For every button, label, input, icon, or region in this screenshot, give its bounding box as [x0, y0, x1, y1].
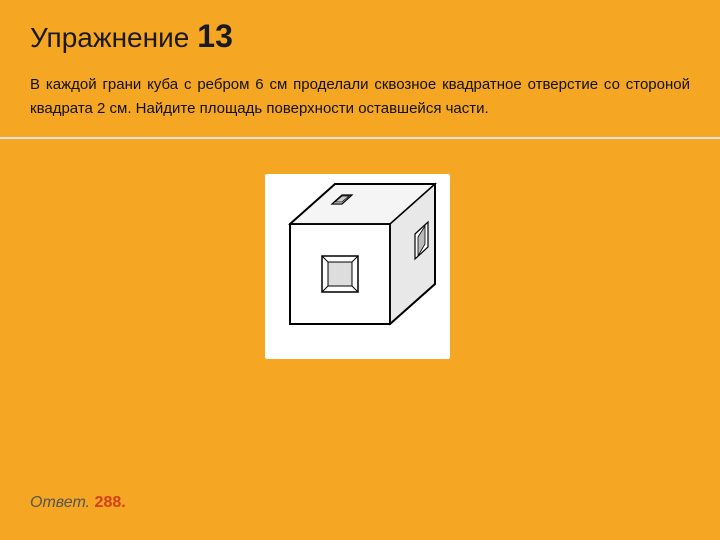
cube-diagram	[260, 169, 460, 364]
problem-text: В каждой грани куба с ребром 6 см продел…	[0, 65, 720, 139]
title-bar: Упражнение 13	[0, 0, 720, 65]
diagram-area	[0, 149, 720, 384]
answer-section: Ответ. 288.	[30, 494, 126, 512]
title-prefix: Упражнение	[30, 22, 189, 54]
answer-value: 288.	[95, 494, 126, 511]
title-number: 13	[197, 18, 233, 55]
answer-label: Ответ.	[30, 494, 90, 511]
page: Упражнение 13 В каждой грани куба с ребр…	[0, 0, 720, 540]
